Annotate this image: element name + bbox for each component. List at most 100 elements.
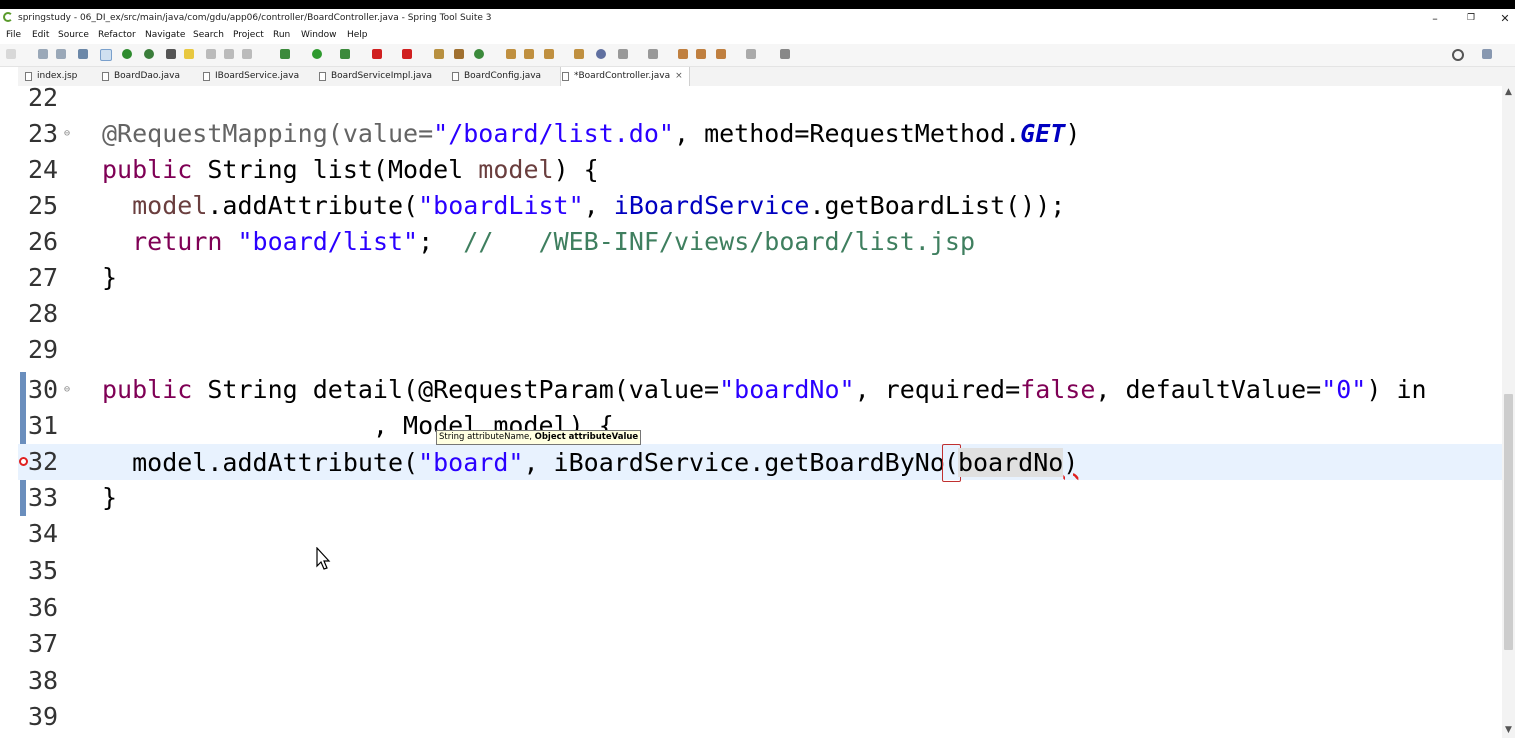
menu-source[interactable]: Source bbox=[58, 30, 89, 40]
code-line: 27} bbox=[18, 260, 1502, 296]
code-line: 39 bbox=[18, 699, 1502, 735]
menu-project[interactable]: Project bbox=[233, 30, 264, 40]
menu-navigate[interactable]: Navigate bbox=[145, 30, 185, 40]
minimize-button[interactable]: – bbox=[1420, 11, 1450, 26]
menu-window[interactable]: Window bbox=[301, 30, 337, 40]
code-line: 23 ⊖ @RequestMapping(value="/board/list.do… bbox=[18, 116, 1502, 152]
menu-help[interactable]: Help bbox=[347, 30, 368, 40]
tab-boarddao[interactable]: BoardDao.java bbox=[101, 67, 180, 86]
code-line: 26 return "board/list"; // /WEB-INF/view… bbox=[18, 224, 1502, 260]
nav3-icon[interactable] bbox=[242, 49, 252, 59]
tab-label: IBoardService.java bbox=[215, 71, 300, 81]
pin-icon[interactable] bbox=[166, 49, 176, 59]
new-icon[interactable] bbox=[6, 49, 16, 59]
fold-icon[interactable]: ⊖ bbox=[64, 129, 71, 139]
scroll-up-icon[interactable]: ▲ bbox=[1502, 86, 1515, 98]
line-number: 29 bbox=[28, 335, 59, 364]
refresh-icon[interactable] bbox=[144, 49, 154, 59]
nav-icon[interactable] bbox=[206, 49, 216, 59]
next-annotation-icon[interactable] bbox=[618, 49, 628, 59]
debug-icon[interactable] bbox=[280, 49, 290, 59]
tab-label: BoardServiceImpl.java bbox=[331, 71, 433, 81]
prev-annotation-icon[interactable] bbox=[648, 49, 658, 59]
scroll-down-icon[interactable]: ▼ bbox=[1502, 724, 1515, 736]
restore-button[interactable]: ❐ bbox=[1456, 11, 1486, 26]
line-number: 35 bbox=[28, 556, 59, 585]
line-number: 22 bbox=[28, 86, 59, 112]
annotation-icon[interactable] bbox=[574, 49, 584, 59]
perspective-icon[interactable] bbox=[1482, 49, 1492, 59]
line-number: 33 bbox=[28, 483, 59, 512]
spring-boot-icon[interactable] bbox=[122, 49, 132, 59]
line-number: 28 bbox=[28, 299, 59, 328]
main-toolbar bbox=[0, 44, 1515, 67]
code-line: 35 bbox=[18, 553, 1502, 589]
stop-icon[interactable] bbox=[372, 49, 382, 59]
tab-label: *BoardController.java bbox=[574, 71, 671, 81]
line-number: 25 bbox=[28, 191, 59, 220]
run-icon[interactable] bbox=[312, 49, 322, 59]
close-tab-icon[interactable]: × bbox=[675, 71, 683, 81]
fold-icon[interactable]: ⊖ bbox=[64, 385, 71, 395]
search-icon[interactable] bbox=[1452, 49, 1464, 61]
scroll-thumb[interactable] bbox=[1504, 394, 1513, 650]
last-edit-icon[interactable] bbox=[678, 49, 688, 59]
tab-index-jsp[interactable]: index.jsp bbox=[24, 67, 77, 86]
line-number: 27 bbox=[28, 263, 59, 292]
menu-edit[interactable]: Edit bbox=[32, 30, 49, 40]
mouse-pointer-icon bbox=[316, 547, 331, 570]
console-icon[interactable] bbox=[78, 49, 88, 59]
external-tools-icon[interactable] bbox=[402, 49, 412, 59]
line-number: 26 bbox=[28, 227, 59, 256]
code-line: 28 bbox=[18, 296, 1502, 332]
tab-boardconfig[interactable]: BoardConfig.java bbox=[451, 67, 541, 86]
package-icon[interactable] bbox=[434, 49, 444, 59]
code-line: 36 bbox=[18, 590, 1502, 626]
close-window-button[interactable]: ✕ bbox=[1490, 11, 1515, 26]
code-line: 33} bbox=[18, 480, 1502, 516]
vertical-scrollbar[interactable]: ▲ ▼ bbox=[1502, 86, 1515, 738]
tab-label: index.jsp bbox=[37, 71, 78, 81]
nav2-icon[interactable] bbox=[224, 49, 234, 59]
line-number: 34 bbox=[28, 519, 59, 548]
line-number: 31 bbox=[28, 411, 59, 440]
app-logo-icon bbox=[3, 12, 13, 22]
save-all-icon[interactable] bbox=[56, 49, 66, 59]
open-type-icon[interactable] bbox=[506, 49, 516, 59]
menu-refactor[interactable]: Refactor bbox=[98, 30, 136, 40]
tab-boardserviceimpl[interactable]: BoardServiceImpl.java bbox=[318, 67, 432, 86]
back-icon[interactable] bbox=[696, 49, 706, 59]
globe-icon[interactable] bbox=[596, 49, 606, 59]
menu-search[interactable]: Search bbox=[193, 30, 224, 40]
code-line: 37 bbox=[18, 626, 1502, 662]
screen-top-edge bbox=[0, 0, 1515, 9]
pin-editor-icon[interactable] bbox=[780, 49, 790, 59]
parameter-hint-tooltip: String attributeName, Object attributeVa… bbox=[436, 430, 642, 445]
code-editor[interactable]: 22 23 ⊖ @RequestMapping(value="/board/list… bbox=[18, 86, 1502, 738]
java-file-icon bbox=[102, 72, 109, 81]
toggle-icon[interactable] bbox=[100, 49, 112, 61]
menu-run[interactable]: Run bbox=[273, 30, 290, 40]
line-number: 37 bbox=[28, 629, 59, 658]
code-line: 34 bbox=[18, 516, 1502, 552]
code-line: 30 ⊖ public String detail(@RequestParam(va… bbox=[18, 372, 1502, 408]
line-number: 24 bbox=[28, 155, 59, 184]
forward-icon[interactable] bbox=[746, 49, 756, 59]
error-marker-icon[interactable] bbox=[19, 457, 28, 466]
save-icon[interactable] bbox=[38, 49, 48, 59]
search-tool-icon[interactable] bbox=[544, 49, 554, 59]
open-task-icon[interactable] bbox=[524, 49, 534, 59]
tab-iboardservice[interactable]: IBoardService.java bbox=[202, 67, 299, 86]
coverage-icon[interactable] bbox=[340, 49, 350, 59]
editor-tabs: index.jsp BoardDao.java IBoardService.ja… bbox=[0, 67, 1515, 87]
highlight-icon[interactable] bbox=[184, 49, 194, 59]
tab-boardcontroller[interactable]: *BoardController.java × bbox=[560, 67, 690, 86]
line-number: 36 bbox=[28, 593, 59, 622]
back-nav-icon[interactable] bbox=[716, 49, 726, 59]
class-icon[interactable] bbox=[454, 49, 464, 59]
left-trim bbox=[0, 67, 18, 738]
menu-file[interactable]: File bbox=[6, 30, 21, 40]
code-line: 25 model.addAttribute("boardList", iBoar… bbox=[18, 188, 1502, 224]
title-bar: springstudy - 06_DI_ex/src/main/java/com… bbox=[0, 9, 1515, 28]
new-class-icon[interactable] bbox=[474, 49, 484, 59]
